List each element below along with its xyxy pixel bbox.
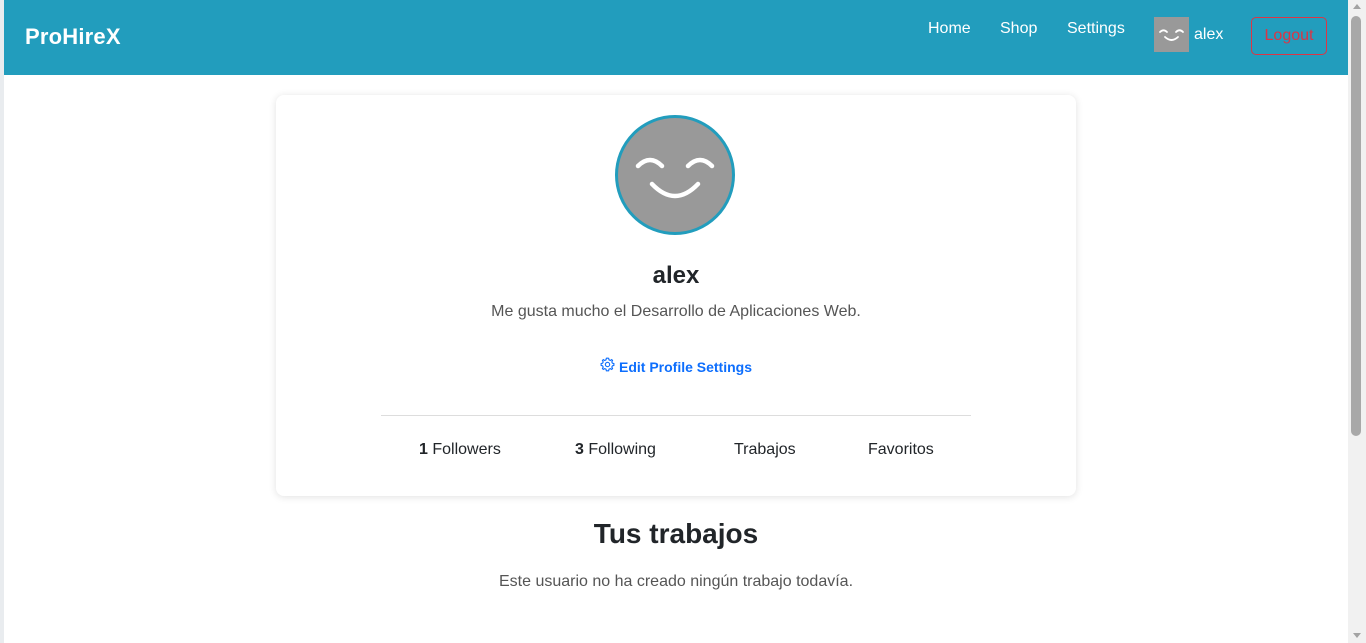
profile-avatar bbox=[615, 115, 735, 235]
navbar: ProHireX Home Shop Settings alex Logout bbox=[4, 0, 1348, 75]
brand-logo[interactable]: ProHireX bbox=[25, 24, 121, 50]
divider bbox=[381, 415, 971, 416]
nav-user-menu[interactable]: alex bbox=[1154, 17, 1223, 52]
profile-card: alex Me gusta mucho el Desarrollo de Apl… bbox=[276, 95, 1076, 496]
edit-profile-settings-label: Edit Profile Settings bbox=[618, 359, 752, 375]
logout-button[interactable]: Logout bbox=[1251, 17, 1327, 55]
followers-label: Followers bbox=[432, 441, 501, 458]
followers-stat[interactable]: 1 Followers bbox=[419, 441, 501, 459]
profile-name: alex bbox=[652, 262, 700, 289]
works-empty-message: Este usuario no ha creado ningún trabajo… bbox=[498, 573, 854, 590]
works-section-title: Tus trabajos bbox=[593, 518, 759, 549]
scroll-down-arrow-icon[interactable] bbox=[1353, 633, 1361, 638]
smiley-face-icon bbox=[635, 157, 715, 199]
edit-profile-settings-link[interactable]: Edit Profile Settings bbox=[276, 357, 1076, 377]
trabajos-tab[interactable]: Trabajos bbox=[734, 441, 796, 459]
followers-count: 1 bbox=[419, 441, 428, 458]
following-stat[interactable]: 3 Following bbox=[575, 441, 656, 459]
scroll-up-arrow-icon[interactable] bbox=[1353, 4, 1361, 9]
window-edge bbox=[0, 0, 4, 643]
profile-bio: Me gusta mucho el Desarrollo de Aplicaci… bbox=[491, 303, 861, 320]
nav-link-shop[interactable]: Shop bbox=[1000, 20, 1037, 38]
page: ProHireX Home Shop Settings alex Logout … bbox=[0, 0, 1366, 643]
gear-icon bbox=[600, 357, 615, 377]
following-label: Following bbox=[588, 441, 656, 458]
nav-link-settings[interactable]: Settings bbox=[1067, 20, 1125, 38]
smiley-face-icon bbox=[1154, 17, 1189, 52]
nav-link-home[interactable]: Home bbox=[928, 20, 971, 38]
favoritos-tab[interactable]: Favoritos bbox=[868, 441, 934, 459]
nav-username: alex bbox=[1194, 25, 1224, 43]
following-count: 3 bbox=[575, 441, 584, 458]
scrollbar-thumb[interactable] bbox=[1351, 16, 1361, 436]
